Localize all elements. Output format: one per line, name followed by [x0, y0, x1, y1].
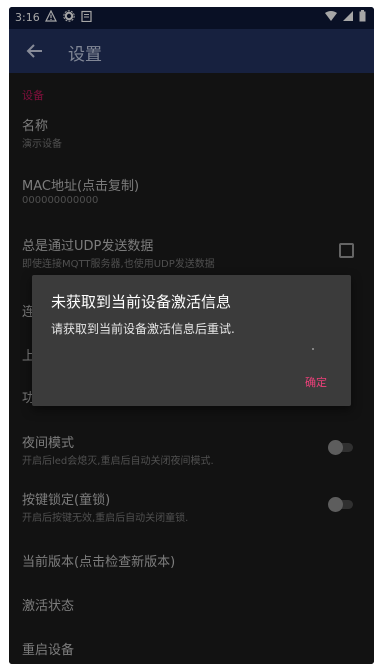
- ok-button[interactable]: 确定: [305, 374, 327, 390]
- phone-screen: 3:16 设置 设备 名称 演示设备 MAC地址(点击复制) 000000000…: [9, 7, 374, 664]
- dialog-title: 未获取到当前设备激活信息: [51, 293, 232, 311]
- alert-dialog: 未获取到当前设备激活信息 请获取到当前设备激活信息后重试. 确定: [32, 275, 351, 406]
- dialog-message: 请获取到当前设备激活信息后重试.: [51, 322, 235, 336]
- dialog-dot: [312, 348, 314, 350]
